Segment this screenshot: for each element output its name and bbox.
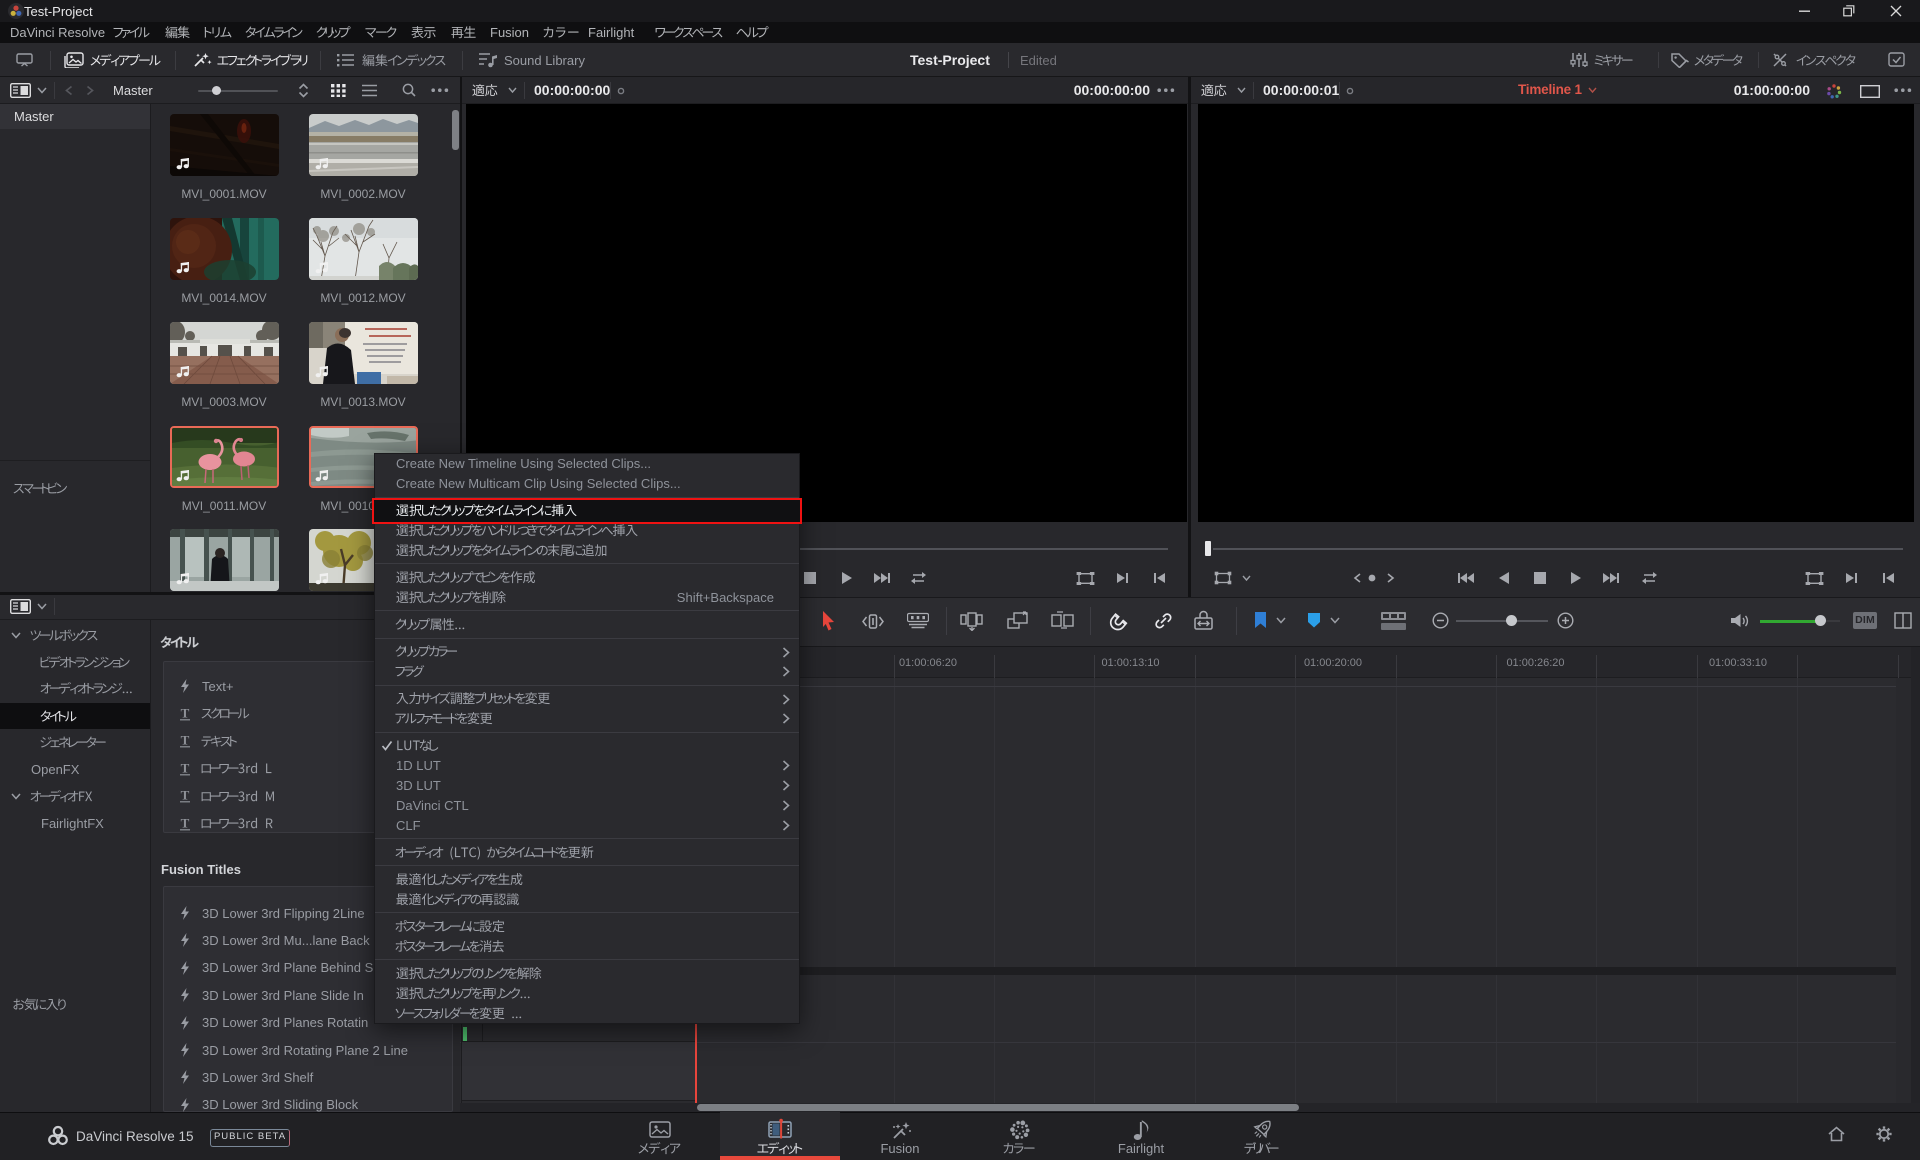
svg-text:T: T: [181, 734, 190, 748]
svg-text:T: T: [181, 817, 190, 831]
svg-text:T: T: [181, 707, 190, 721]
svg-text:T: T: [181, 789, 190, 803]
svg-text:T: T: [181, 762, 190, 776]
